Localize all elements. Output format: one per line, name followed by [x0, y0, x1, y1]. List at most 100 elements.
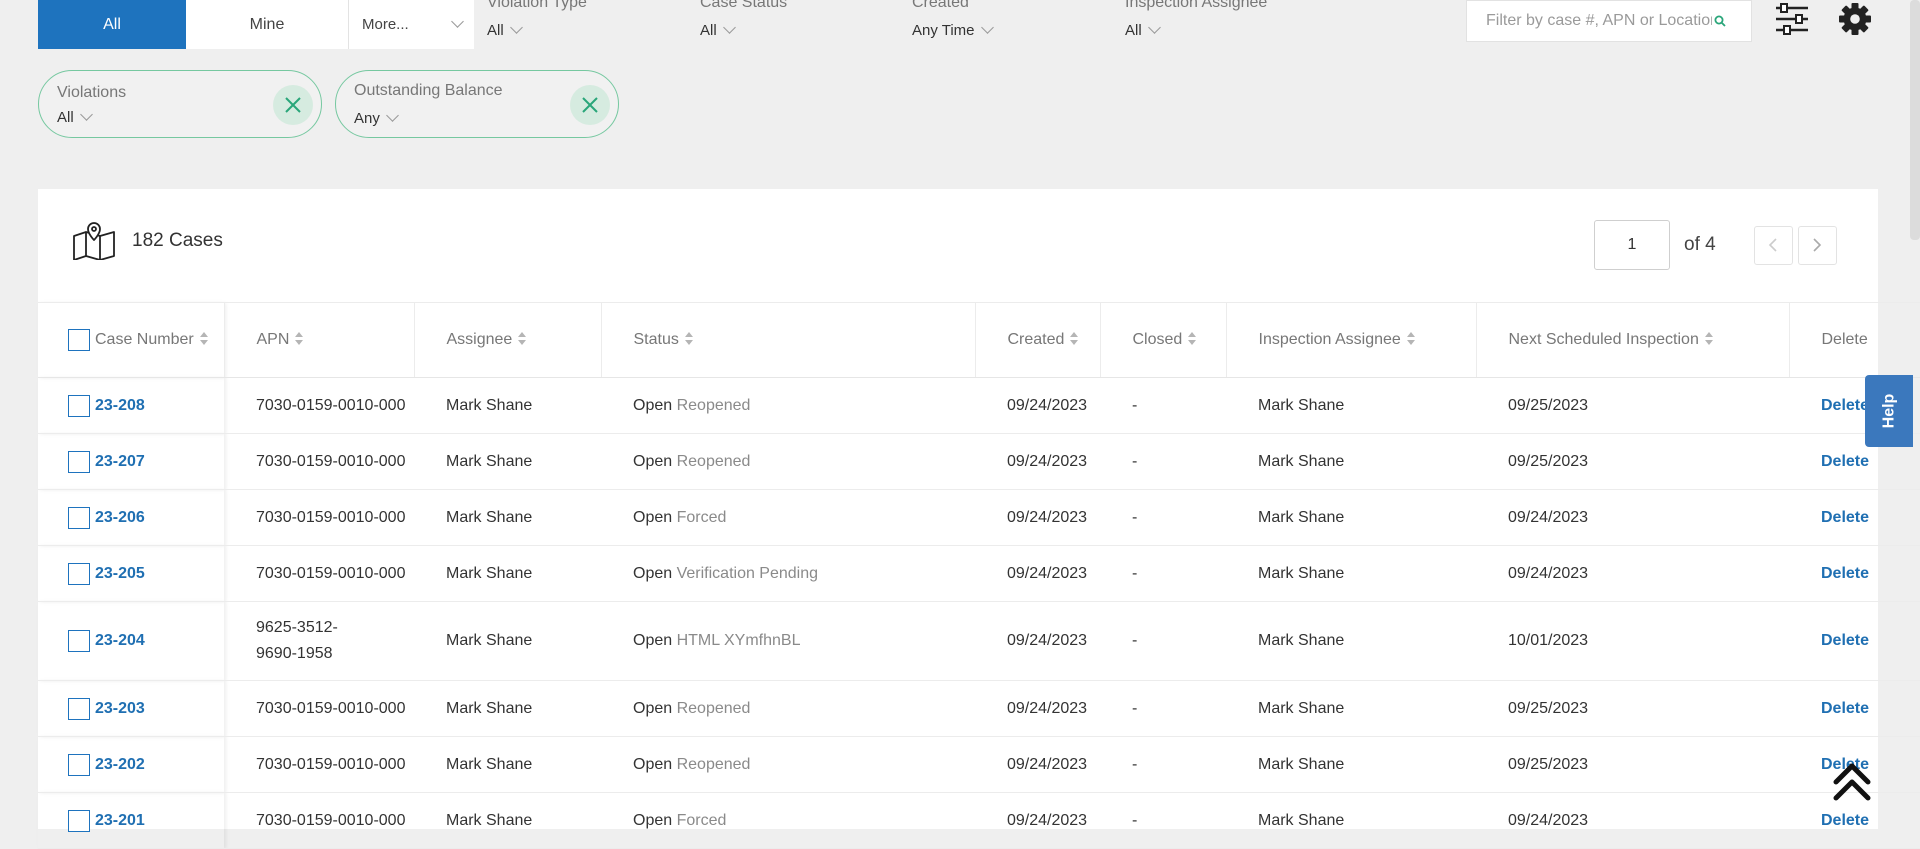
settings-button[interactable] — [1836, 0, 1874, 38]
filter-inspection-assignee[interactable]: Inspection Assignee All — [1125, 0, 1267, 39]
delete-link[interactable]: Delete — [1821, 565, 1869, 582]
select-all-checkbox[interactable] — [68, 329, 90, 351]
tab-all[interactable]: All — [38, 0, 186, 49]
substatus-text: Reopened — [676, 396, 751, 414]
cell-delete: Delete — [1789, 601, 1920, 681]
help-button[interactable]: Help — [1865, 375, 1913, 447]
column-label: Next Scheduled Inspection — [1508, 331, 1699, 348]
filter-label: Case Status — [700, 0, 788, 11]
row-checkbox[interactable] — [68, 506, 90, 529]
tab-mine[interactable]: Mine — [186, 0, 349, 49]
substatus-text: Verification Pending — [676, 564, 819, 582]
remove-chip-button[interactable] — [570, 85, 610, 125]
case-link[interactable]: 23-206 — [95, 509, 145, 526]
cell-created: 09/24/2023 — [975, 792, 1100, 849]
filter-case-status[interactable]: Case Status All — [700, 0, 787, 39]
scroll-to-top-button[interactable] — [1832, 760, 1872, 804]
cell-status: Open Reopened — [601, 377, 975, 434]
col-created[interactable]: Created — [974, 302, 1100, 378]
cell-next-inspection: 09/25/2023 — [1476, 377, 1789, 434]
cell-closed: - — [1100, 736, 1226, 793]
cell-inspection-assignee: Mark Shane — [1226, 489, 1476, 546]
delete-link[interactable]: Delete — [1821, 700, 1869, 717]
row-checkbox[interactable] — [68, 809, 90, 832]
tab-more-dropdown[interactable]: More... — [349, 0, 474, 49]
row-checkbox[interactable] — [68, 394, 90, 417]
case-link[interactable]: 23-208 — [95, 397, 145, 414]
column-label: Delete — [1821, 331, 1868, 348]
tab-more-label: More... — [362, 16, 409, 33]
cell-assignee: Mark Shane — [414, 792, 601, 849]
chip-value: All — [57, 109, 74, 126]
search-input[interactable] — [1484, 11, 1714, 31]
status-text: Open — [633, 699, 673, 717]
case-link[interactable]: 23-207 — [95, 453, 145, 470]
table-row: 23-204 9625-3512-9690-1958 Mark Shane Op… — [38, 601, 1920, 681]
case-link[interactable]: 23-205 — [95, 565, 145, 582]
status-text: Open — [633, 632, 673, 649]
table-row: 23-203 7030-0159-0010-000 Mark Shane Ope… — [38, 680, 1920, 737]
column-label: Created — [1007, 331, 1065, 348]
col-next-scheduled-inspection[interactable]: Next Scheduled Inspection — [1475, 302, 1789, 378]
sort-icon — [1406, 331, 1416, 347]
search-icon[interactable] — [1714, 15, 1726, 27]
row-checkbox[interactable] — [68, 562, 90, 585]
case-link[interactable]: 23-204 — [95, 632, 145, 649]
delete-link[interactable]: Delete — [1821, 812, 1869, 829]
cell-closed: - — [1100, 489, 1226, 546]
cell-assignee: Mark Shane — [414, 489, 601, 546]
map-pin-icon — [73, 222, 115, 260]
col-status[interactable]: Status — [600, 302, 975, 378]
col-closed[interactable]: Closed — [1099, 302, 1226, 378]
page-number-input[interactable] — [1594, 220, 1670, 270]
substatus-text: HTML XYmfhnBL — [676, 632, 801, 649]
case-link[interactable]: 23-202 — [95, 756, 145, 773]
filter-label: Created — [912, 0, 969, 11]
cell-case-number: 23-203 — [38, 680, 224, 737]
cell-created: 09/24/2023 — [975, 545, 1100, 602]
next-page-button[interactable] — [1797, 225, 1837, 265]
case-link[interactable]: 23-201 — [95, 812, 145, 829]
chevron-down-icon — [451, 15, 464, 28]
remove-chip-button[interactable] — [273, 85, 313, 125]
row-checkbox[interactable] — [68, 630, 90, 652]
filter-settings-button[interactable] — [1774, 2, 1810, 36]
filter-value: All — [1125, 22, 1142, 39]
table-row: 23-207 7030-0159-0010-000 Mark Shane Ope… — [38, 433, 1920, 490]
cell-assignee: Mark Shane — [414, 601, 601, 681]
delete-link[interactable]: Delete — [1821, 509, 1869, 526]
delete-link[interactable]: Delete — [1821, 632, 1869, 649]
filter-violation-type[interactable]: Violation Type All — [487, 0, 587, 39]
cell-status: Open Reopened — [601, 433, 975, 490]
cell-inspection-assignee: Mark Shane — [1226, 377, 1476, 434]
cell-status: Open Forced — [601, 489, 975, 546]
cell-created: 09/24/2023 — [975, 680, 1100, 737]
case-scope-tabs: All Mine More... — [38, 0, 474, 49]
help-label: Help — [1879, 393, 1897, 429]
col-case-number[interactable]: Case Number — [38, 302, 224, 378]
prev-page-button[interactable] — [1753, 225, 1793, 265]
cell-apn: 7030-0159-0010-000 — [224, 489, 414, 546]
delete-link[interactable]: Delete — [1821, 453, 1869, 470]
col-assignee[interactable]: Assignee — [413, 302, 601, 378]
row-checkbox[interactable] — [68, 753, 90, 776]
chip-outstanding-balance[interactable]: Outstanding Balance Any — [335, 70, 619, 138]
page-scrollbar[interactable] — [1910, 0, 1920, 240]
row-checkbox[interactable] — [68, 450, 90, 473]
cell-closed: - — [1100, 792, 1226, 849]
cell-apn: 7030-0159-0010-000 — [224, 736, 414, 793]
chevron-down-icon — [980, 21, 994, 34]
cases-card: 182 Cases of 4 Case Number APN Assignee … — [38, 189, 1920, 849]
cell-created: 09/24/2023 — [975, 601, 1100, 681]
chip-violations[interactable]: Violations All — [38, 70, 322, 138]
delete-link[interactable]: Delete — [1821, 397, 1869, 414]
pagination: of 4 — [1594, 220, 1837, 270]
col-apn[interactable]: APN — [223, 302, 414, 378]
filter-created[interactable]: Created Any Time — [912, 0, 994, 39]
cases-table: Case Number APN Assignee Status Created … — [38, 302, 1920, 849]
col-inspection-assignee[interactable]: Inspection Assignee — [1225, 302, 1476, 378]
cell-apn: 9625-3512-9690-1958 — [224, 601, 414, 681]
row-checkbox[interactable] — [68, 697, 90, 720]
case-link[interactable]: 23-203 — [95, 700, 145, 717]
sort-icon — [518, 331, 527, 347]
